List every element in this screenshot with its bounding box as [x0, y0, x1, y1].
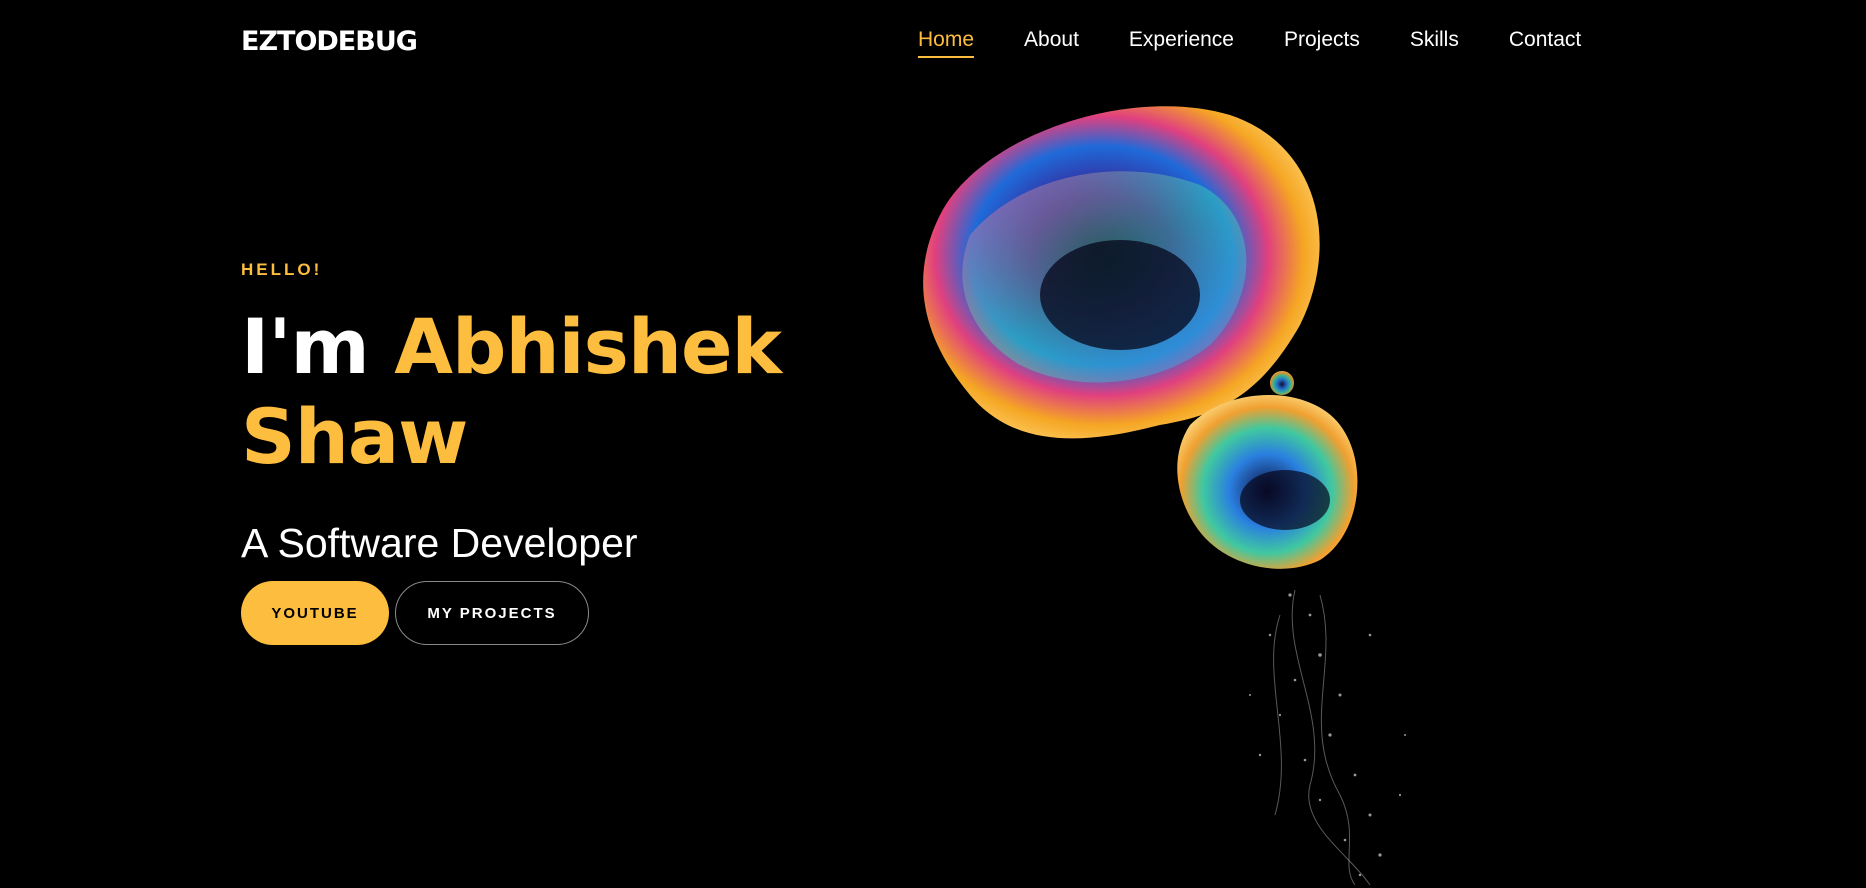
hero-intro: I'm [241, 302, 370, 391]
main-nav: Home About Experience Projects Skills Co… [918, 28, 1631, 58]
hero-greeting: HELLO! [241, 260, 323, 279]
my-projects-button[interactable]: MY PROJECTS [395, 581, 589, 645]
hero-headline: I'm Abhishek Shaw [241, 302, 801, 482]
nav-projects[interactable]: Projects [1284, 28, 1360, 58]
nav-home[interactable]: Home [918, 28, 975, 58]
hero-section: HELLO! I'm Abhishek Shaw A Software Deve… [241, 260, 801, 645]
site-logo[interactable]: EZTODEBUG [241, 26, 418, 57]
nav-about[interactable]: About [1024, 28, 1079, 58]
nav-experience[interactable]: Experience [1129, 28, 1234, 58]
hero-role: A Software Developer [241, 520, 638, 566]
hero-first-name: Abhishek [394, 302, 782, 391]
youtube-button[interactable]: YOUTUBE [241, 581, 389, 645]
nav-skills[interactable]: Skills [1410, 28, 1459, 58]
nav-contact[interactable]: Contact [1509, 28, 1581, 58]
hero-buttons: YOUTUBE MY PROJECTS [241, 581, 801, 645]
iridescent-bubble-image [900, 95, 1540, 888]
hero-last-name: Shaw [241, 392, 468, 481]
